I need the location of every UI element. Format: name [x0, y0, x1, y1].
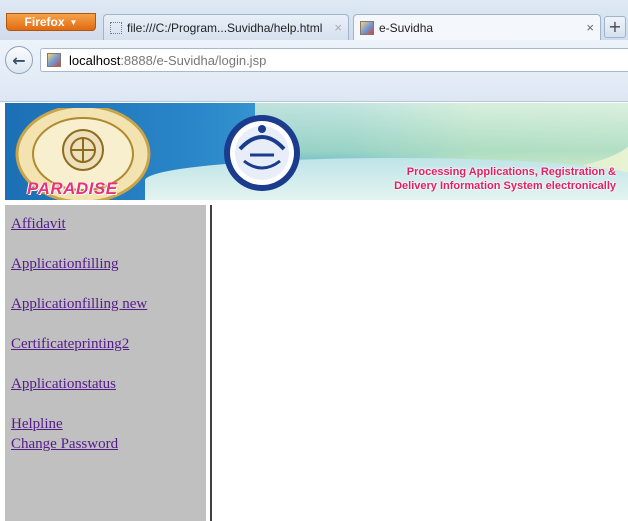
firefox-menu-button[interactable]: Firefox ▼: [6, 13, 96, 31]
firefox-menu-label: Firefox: [24, 15, 65, 29]
tab-help[interactable]: file:///C:/Program...Suvidha/help.html ×: [103, 14, 349, 40]
close-icon[interactable]: ×: [586, 20, 594, 35]
sidebar-link-change-password[interactable]: Change Password: [11, 436, 118, 453]
sidebar-link-applicationstatus[interactable]: Applicationstatus: [11, 376, 116, 393]
banner-tagline: Processing Applications, Registration & …: [316, 165, 616, 193]
back-button[interactable]: ←: [5, 46, 33, 74]
url-text: localhost:8888/e-Suvidha/login.jsp: [69, 53, 266, 68]
navigation-toolbar: ← localhost:8888/e-Suvidha/login.jsp: [0, 40, 628, 102]
setu-emblem-logo: [224, 115, 300, 191]
sidebar-link-certificateprinting2[interactable]: Certificateprinting2: [11, 336, 129, 353]
sidebar-menu: Affidavit Applicationfilling Application…: [5, 205, 206, 521]
tab-label: e-Suvidha: [379, 20, 434, 35]
sidebar-link-helpline[interactable]: Helpline: [11, 416, 63, 433]
url-path: :8888/e-Suvidha/login.jsp: [120, 52, 267, 68]
chevron-down-icon: ▼: [69, 17, 78, 27]
address-bar[interactable]: localhost:8888/e-Suvidha/login.jsp: [40, 48, 628, 72]
url-host: localhost: [69, 52, 121, 68]
blank-page-icon: [110, 21, 122, 34]
tab-strip: Firefox ▼ file:///C:/Program...Suvidha/h…: [0, 0, 628, 40]
back-arrow-icon: ←: [12, 50, 26, 70]
close-icon[interactable]: ×: [334, 20, 342, 35]
sidebar-link-affidavit[interactable]: Affidavit: [11, 216, 66, 233]
paradise-logo-text: PARADISE: [27, 179, 118, 198]
tab-e-suvidha[interactable]: e-Suvidha ×: [353, 14, 601, 40]
tagline-line-1: Processing Applications, Registration &: [406, 166, 616, 178]
sidebar-link-applicationfilling[interactable]: Applicationfilling: [11, 256, 118, 273]
tagline-line-2: Delivery Information System electronical…: [394, 180, 616, 192]
new-tab-button[interactable]: +: [604, 16, 626, 38]
site-favicon-icon: [47, 53, 61, 67]
sidebar-link-applicationfilling-new[interactable]: Applicationfilling new: [11, 296, 147, 313]
site-banner: PARADISE Processing Applications, Regist…: [5, 103, 628, 200]
tab-label: file:///C:/Program...Suvidha/help.html: [127, 20, 323, 35]
main-content-frame: [212, 205, 628, 521]
site-favicon-icon: [360, 20, 374, 35]
